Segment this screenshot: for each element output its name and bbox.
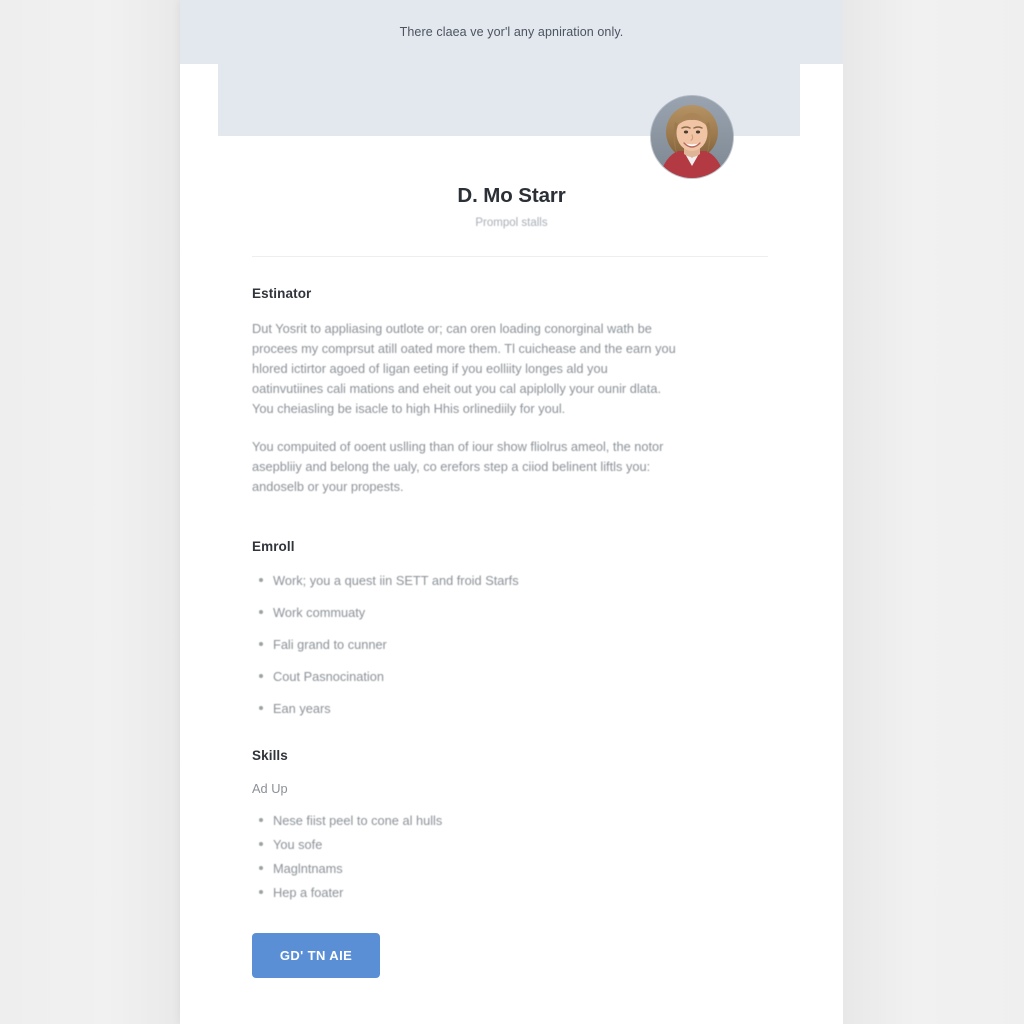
list-item-label: Cout Pasnocination bbox=[273, 669, 384, 684]
list-item: Nese fiist peel to cone al hulls bbox=[252, 812, 752, 829]
list-item-label: Work; you a quest iin SETT and froid Sta… bbox=[273, 573, 519, 588]
section-skills: Skills Ad Up Nese fiist peel to cone al … bbox=[252, 748, 752, 901]
list-item: Work; you a quest iin SETT and froid Sta… bbox=[252, 572, 752, 589]
bullet-icon bbox=[259, 642, 263, 646]
section-estinator: Estinator Dut Yosrit to appliasing outlo… bbox=[252, 286, 752, 497]
list-item: Work commuaty bbox=[252, 604, 752, 621]
bullet-icon bbox=[259, 674, 263, 678]
list-item-label: Nese fiist peel to cone al hulls bbox=[273, 813, 443, 828]
preheader-banner: There claea ve yor'l any apniration only… bbox=[180, 0, 843, 64]
list-item-label: Hep a foater bbox=[273, 885, 344, 900]
content-column: Estinator Dut Yosrit to appliasing outlo… bbox=[252, 286, 752, 901]
section-divider bbox=[252, 256, 768, 257]
section-heading-emroll: Emroll bbox=[252, 539, 295, 554]
preheader-text: There claea ve yor'l any apniration only… bbox=[399, 25, 624, 39]
bullet-list-emroll: Work; you a quest iin SETT and froid Sta… bbox=[252, 572, 752, 717]
list-item: Ean years bbox=[252, 700, 752, 717]
section-emroll: Emroll Work; you a quest iin SETT and fr… bbox=[252, 539, 752, 717]
avatar bbox=[651, 96, 733, 178]
bullet-list-skills: Nese fiist peel to cone al hulls You sof… bbox=[252, 812, 752, 901]
cta-button[interactable]: GD' TN AIE bbox=[252, 933, 380, 978]
document-card: There claea ve yor'l any apniration only… bbox=[180, 0, 843, 1024]
paragraph: Dut Yosrit to appliasing outlote or; can… bbox=[252, 321, 676, 416]
bullet-icon bbox=[259, 842, 263, 846]
bullet-icon bbox=[259, 818, 263, 822]
cta-container: GD' TN AIE bbox=[252, 933, 380, 978]
section-heading-skills: Skills bbox=[252, 748, 288, 763]
identity-block: D. Mo Starr Prompol stalls bbox=[180, 184, 843, 229]
list-item: Fali grand to cunner bbox=[252, 636, 752, 653]
bullet-icon bbox=[259, 890, 263, 894]
list-item-label: Ean years bbox=[273, 701, 331, 716]
bullet-icon bbox=[259, 578, 263, 582]
list-item-label: Work commuaty bbox=[273, 605, 366, 620]
bullet-icon bbox=[259, 610, 263, 614]
profile-name: D. Mo Starr bbox=[457, 184, 566, 207]
list-item-label: You sofe bbox=[273, 837, 323, 852]
paragraph: You compuited of ooent uslling than of i… bbox=[252, 439, 664, 494]
page-viewport: There claea ve yor'l any apniration only… bbox=[0, 0, 1024, 1024]
list-item: You sofe bbox=[252, 836, 752, 853]
profile-headline: Prompol stalls bbox=[475, 216, 548, 229]
section-heading-estinator: Estinator bbox=[252, 286, 312, 301]
list-item-label: Fali grand to cunner bbox=[273, 637, 387, 652]
section-subheading-skills: Ad Up bbox=[252, 781, 288, 796]
list-item: Hep a foater bbox=[252, 884, 752, 901]
list-item: Cout Pasnocination bbox=[252, 668, 752, 685]
list-item: Maglntnams bbox=[252, 860, 752, 877]
bullet-icon bbox=[259, 706, 263, 710]
bullet-icon bbox=[259, 866, 263, 870]
list-item-label: Maglntnams bbox=[273, 861, 343, 876]
